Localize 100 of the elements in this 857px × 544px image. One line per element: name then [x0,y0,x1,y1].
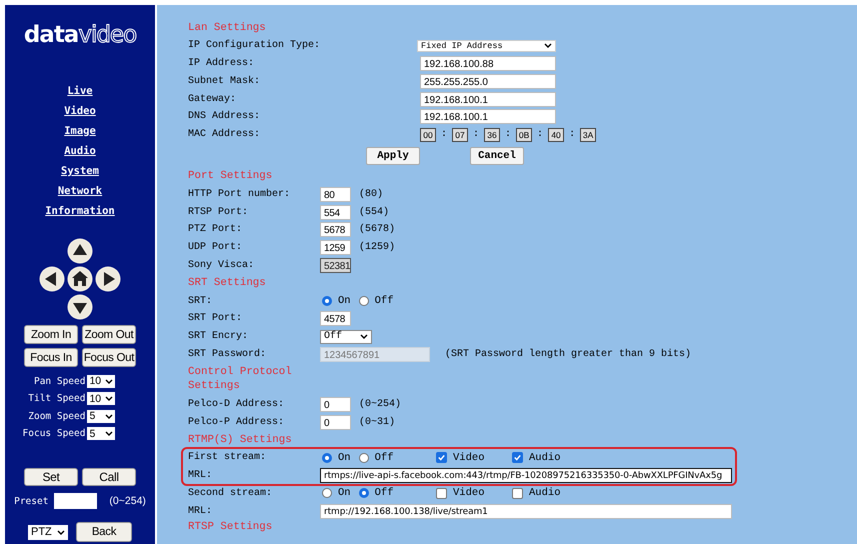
checkbox[interactable] [436,452,447,464]
range-hint: (0~31) [359,416,396,428]
section-heading: RTSP Settings [188,520,274,534]
field-label: DNS Address: [188,111,262,122]
section-heading: SRT Settings [188,276,267,292]
speed-label: Zoom Speed [28,410,86,422]
dropdown[interactable]: Fixed IP Address [417,40,556,52]
lens-button[interactable]: Focus In [24,348,78,367]
separator: : [441,129,448,140]
input-field[interactable]: 4578 [320,311,351,326]
radio-button[interactable] [322,488,332,498]
field-label: First stream: [188,452,268,464]
mac-octet: 07 [452,128,468,142]
input-field[interactable]: 554 [320,204,351,220]
preset-label: Preset [14,496,48,506]
input-field[interactable]: 192.168.100.1 [420,109,556,124]
checkbox[interactable] [436,488,447,499]
chevron-icon [57,530,65,534]
field-label: Pelco-P Address: [188,416,286,428]
home-icon[interactable] [67,266,93,292]
preset-button[interactable]: Call [82,468,136,486]
speed-label: Focus Speed [22,428,86,440]
checkbox[interactable] [512,452,523,464]
option-label: On [338,295,351,308]
chevron-icon [105,378,114,384]
speed-select[interactable]: 10 [87,392,116,406]
nav-link[interactable]: System [61,161,99,181]
field-label: Subnet Mask: [188,76,262,87]
input-field[interactable]: 255.255.255.0 [420,74,556,89]
separator: : [537,129,544,140]
field-label: IP Address: [188,58,256,69]
nav-link[interactable]: Image [64,121,96,141]
lens-button[interactable]: Zoom Out [82,325,136,344]
field-label: SRT Port: [188,313,244,324]
field-label: SRT: [188,296,214,307]
url-input-field[interactable]: rtmp://192.168.100.138/live/stream1 [320,504,732,519]
option-label: On [338,487,351,500]
range-hint: (1259) [359,242,396,254]
mac-octet: 3A [580,128,596,142]
nav-link[interactable]: Video [64,101,96,121]
input-field[interactable]: 192.168.100.88 [420,56,556,71]
input-field[interactable]: 5678 [320,222,351,238]
back-button[interactable]: Back [76,522,132,542]
input-field[interactable]: 0 [320,396,351,412]
chevron-icon [360,334,368,340]
speed-select[interactable]: 10 [87,374,116,388]
form-button[interactable]: Apply [366,146,420,165]
option-label: On [338,452,351,464]
chevron-icon [105,414,114,419]
mac-octet: 00 [420,128,436,142]
option-label: Video [453,452,485,464]
mac-octet: 0B [516,128,532,142]
field-label: SRT Password: [188,348,268,360]
chevron-icon [105,396,114,402]
option-label: Off [374,295,394,308]
preset-input[interactable] [54,493,98,509]
option-label: Audio [529,487,561,500]
field-label: IP Configuration Type: [188,40,322,52]
separator: : [569,129,576,140]
radio-button[interactable] [358,296,369,306]
nav-link[interactable]: Information [45,201,115,221]
option-label: Off [374,487,394,500]
chevron-icon [105,431,114,436]
mode-select[interactable]: PTZ [28,524,68,540]
field-label: RTSP Port: [188,206,250,218]
preset-button[interactable]: Set [24,468,78,486]
lens-button[interactable]: Focus Out [82,348,136,367]
speed-select[interactable]: 5 [87,410,116,423]
input-field[interactable]: 0 [320,414,351,430]
input-field[interactable]: 192.168.100.1 [420,92,556,107]
lens-button[interactable]: Zoom In [24,325,78,344]
speed-label: Tilt Speed [28,393,86,404]
field-label: Sony Visca: [188,260,256,271]
input-field[interactable]: 80 [320,186,351,202]
option-label: Video [453,487,485,500]
form-button[interactable]: Cancel [470,146,524,165]
section-heading: RTMP(S) Settings [188,432,293,448]
field-label: SRT Encry: [188,331,250,342]
nav-link[interactable]: Network [58,181,102,201]
field-label: PTZ Port: [188,224,244,236]
radio-button[interactable] [322,452,332,463]
chevron-icon [544,43,552,48]
range-hint: (SRT Password length greater than 9 bits) [445,348,692,360]
range-hint: (80) [359,188,384,200]
nav-link[interactable]: Live [67,81,93,101]
checkbox[interactable] [512,488,523,499]
dropdown[interactable]: Off [320,330,372,344]
range-hint: (554) [359,206,390,218]
radio-button[interactable] [358,452,369,463]
separator: : [505,129,512,140]
option-label: Audio [529,452,561,464]
speed-select[interactable]: 5 [87,427,116,440]
url-input-field[interactable]: rtmps://live-api-s.facebook.com:443/rtmp/FB-10208975216335350-0-AbwXXLPFGINvAx5g [320,468,732,483]
radio-button[interactable] [358,488,369,498]
radio-button[interactable] [322,296,332,306]
field-label: MRL: [188,470,214,481]
field-label: MRL: [188,506,214,517]
field-label: Gateway: [188,94,238,105]
input-field[interactable]: 1259 [320,240,351,256]
nav-link[interactable]: Audio [64,141,96,161]
